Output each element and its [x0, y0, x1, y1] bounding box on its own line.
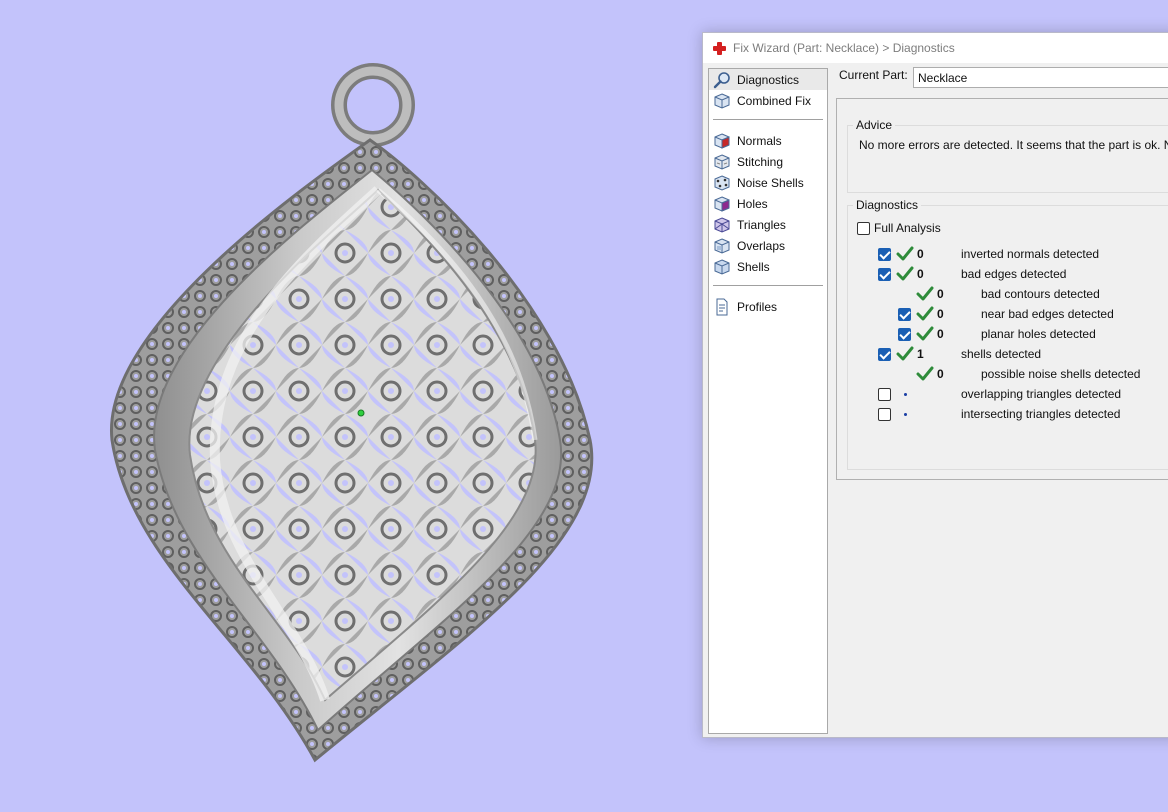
diagnostic-checkbox[interactable]	[898, 308, 911, 321]
diagnostic-count: 0	[917, 267, 924, 281]
diagnostic-checkbox[interactable]	[878, 268, 891, 281]
title-bar[interactable]: Fix Wizard (Part: Necklace) > Diagnostic…	[703, 33, 1168, 63]
window-title: Fix Wizard (Part: Necklace) > Diagnostic…	[733, 41, 955, 55]
nav-separator	[713, 285, 823, 286]
magnifier-icon	[713, 71, 731, 89]
nav-item-label: Diagnostics	[737, 72, 800, 87]
current-part-label: Current Part:	[839, 68, 908, 82]
green-check-icon	[896, 246, 914, 262]
nav-item-combined-fix[interactable]: Combined Fix	[709, 90, 827, 111]
nav-item-label: Holes	[737, 196, 768, 211]
diagnostics-group: Diagnostics Full Analysis 0 inverted norm…	[847, 198, 1168, 470]
diagnostic-checkbox[interactable]	[878, 248, 891, 261]
diagnostic-label: possible noise shells detected	[981, 367, 1141, 381]
advice-group: Advice No more errors are detected. It s…	[847, 118, 1168, 193]
overlaps-cube-icon	[713, 237, 731, 255]
red-cross-icon	[712, 41, 727, 56]
nav-item-normals[interactable]: Normals	[709, 130, 827, 151]
profile-document-icon	[713, 298, 731, 316]
diagnostic-label: planar holes detected	[981, 327, 1096, 341]
nav-item-label: Profiles	[737, 299, 778, 314]
diagnostic-count: 0	[937, 307, 944, 321]
diagnostic-label: intersecting triangles detected	[961, 407, 1121, 421]
diagnostic-count: 0	[937, 367, 944, 381]
full-analysis-checkbox[interactable]: Full Analysis	[857, 221, 941, 235]
diagnostic-row: overlapping triangles detected	[848, 384, 1168, 404]
stitching-cube-icon	[713, 153, 731, 171]
diagnostic-row: 0 possible noise shells detected	[848, 364, 1168, 384]
nav-item-noise-shells[interactable]: Noise Shells	[709, 172, 827, 193]
diagnostic-label: overlapping triangles detected	[961, 387, 1122, 401]
holes-cube-icon	[713, 195, 731, 213]
nav-item-label: Overlaps	[737, 238, 786, 253]
nav-item-label: Triangles	[737, 217, 786, 232]
fix-wizard-navigation: Diagnostics Combined Fix Normals Stitchi…	[708, 68, 828, 734]
nav-item-diagnostics[interactable]: Diagnostics	[709, 69, 827, 90]
current-part-field[interactable]: Necklace	[913, 67, 1168, 88]
nav-item-label: Normals	[737, 133, 782, 148]
diagnostic-row: 0 bad contours detected	[848, 284, 1168, 304]
diagnostic-count: 0	[937, 327, 944, 341]
diagnostic-row: 0 planar holes detected	[848, 324, 1168, 344]
advice-text: No more errors are detected. It seems th…	[859, 138, 1168, 152]
noise-shells-cube-icon	[713, 174, 731, 192]
checkbox[interactable]	[857, 221, 870, 235]
nav-item-label: Shells	[737, 259, 770, 274]
nav-item-shells[interactable]: Shells	[709, 256, 827, 277]
diagnostic-label: inverted normals detected	[961, 247, 1100, 261]
diagnostic-row: 0 bad edges detected	[848, 264, 1168, 284]
diagnostic-row: intersecting triangles detected	[848, 404, 1168, 424]
nav-item-label: Combined Fix	[737, 93, 812, 108]
nav-item-holes[interactable]: Holes	[709, 193, 827, 214]
nav-item-stitching[interactable]: Stitching	[709, 151, 827, 172]
diagnostic-count: 0	[937, 287, 944, 301]
nav-item-label: Stitching	[737, 154, 784, 169]
nav-separator	[713, 119, 823, 120]
diagnostic-label: bad edges detected	[961, 267, 1067, 281]
diagnostic-checkbox[interactable]	[878, 388, 891, 401]
diagnostic-count: 0	[917, 247, 924, 261]
diagnostics-panel: Advice No more errors are detected. It s…	[836, 98, 1168, 480]
diagnostic-count: 1	[917, 347, 924, 361]
pending-dot-icon	[904, 393, 907, 396]
green-check-icon	[916, 366, 934, 382]
pendant-model	[110, 63, 594, 763]
fix-wizard-window: Fix Wizard (Part: Necklace) > Diagnostic…	[702, 32, 1168, 738]
diagnostic-label: shells detected	[961, 347, 1042, 361]
full-analysis-label: Full Analysis	[874, 221, 941, 235]
diagnostic-label: bad contours detected	[981, 287, 1100, 301]
combined-fix-cube-icon	[713, 92, 731, 110]
triangles-cube-icon	[713, 216, 731, 234]
nav-item-profiles[interactable]: Profiles	[709, 296, 827, 317]
nav-item-label: Noise Shells	[737, 175, 804, 190]
3d-viewport[interactable]	[0, 0, 700, 812]
diagnostic-checkbox[interactable]	[898, 328, 911, 341]
normals-cube-icon	[713, 132, 731, 150]
shells-cube-icon	[713, 258, 731, 276]
advice-legend: Advice	[853, 118, 896, 132]
diagnostic-row: 0 near bad edges detected	[848, 304, 1168, 324]
diagnostic-label: near bad edges detected	[981, 307, 1114, 321]
diagnostic-checkbox[interactable]	[878, 348, 891, 361]
green-check-icon	[896, 346, 914, 362]
nav-item-overlaps[interactable]: Overlaps	[709, 235, 827, 256]
green-check-icon	[916, 306, 934, 322]
diagnostic-checkbox[interactable]	[878, 408, 891, 421]
green-check-icon	[916, 326, 934, 342]
diagnostic-row: 1 shells detected	[848, 344, 1168, 364]
green-check-icon	[916, 286, 934, 302]
diagnostics-legend: Diagnostics	[853, 198, 922, 212]
diagnostic-row: 0 inverted normals detected	[848, 244, 1168, 264]
nav-item-triangles[interactable]: Triangles	[709, 214, 827, 235]
green-check-icon	[896, 266, 914, 282]
pending-dot-icon	[904, 413, 907, 416]
